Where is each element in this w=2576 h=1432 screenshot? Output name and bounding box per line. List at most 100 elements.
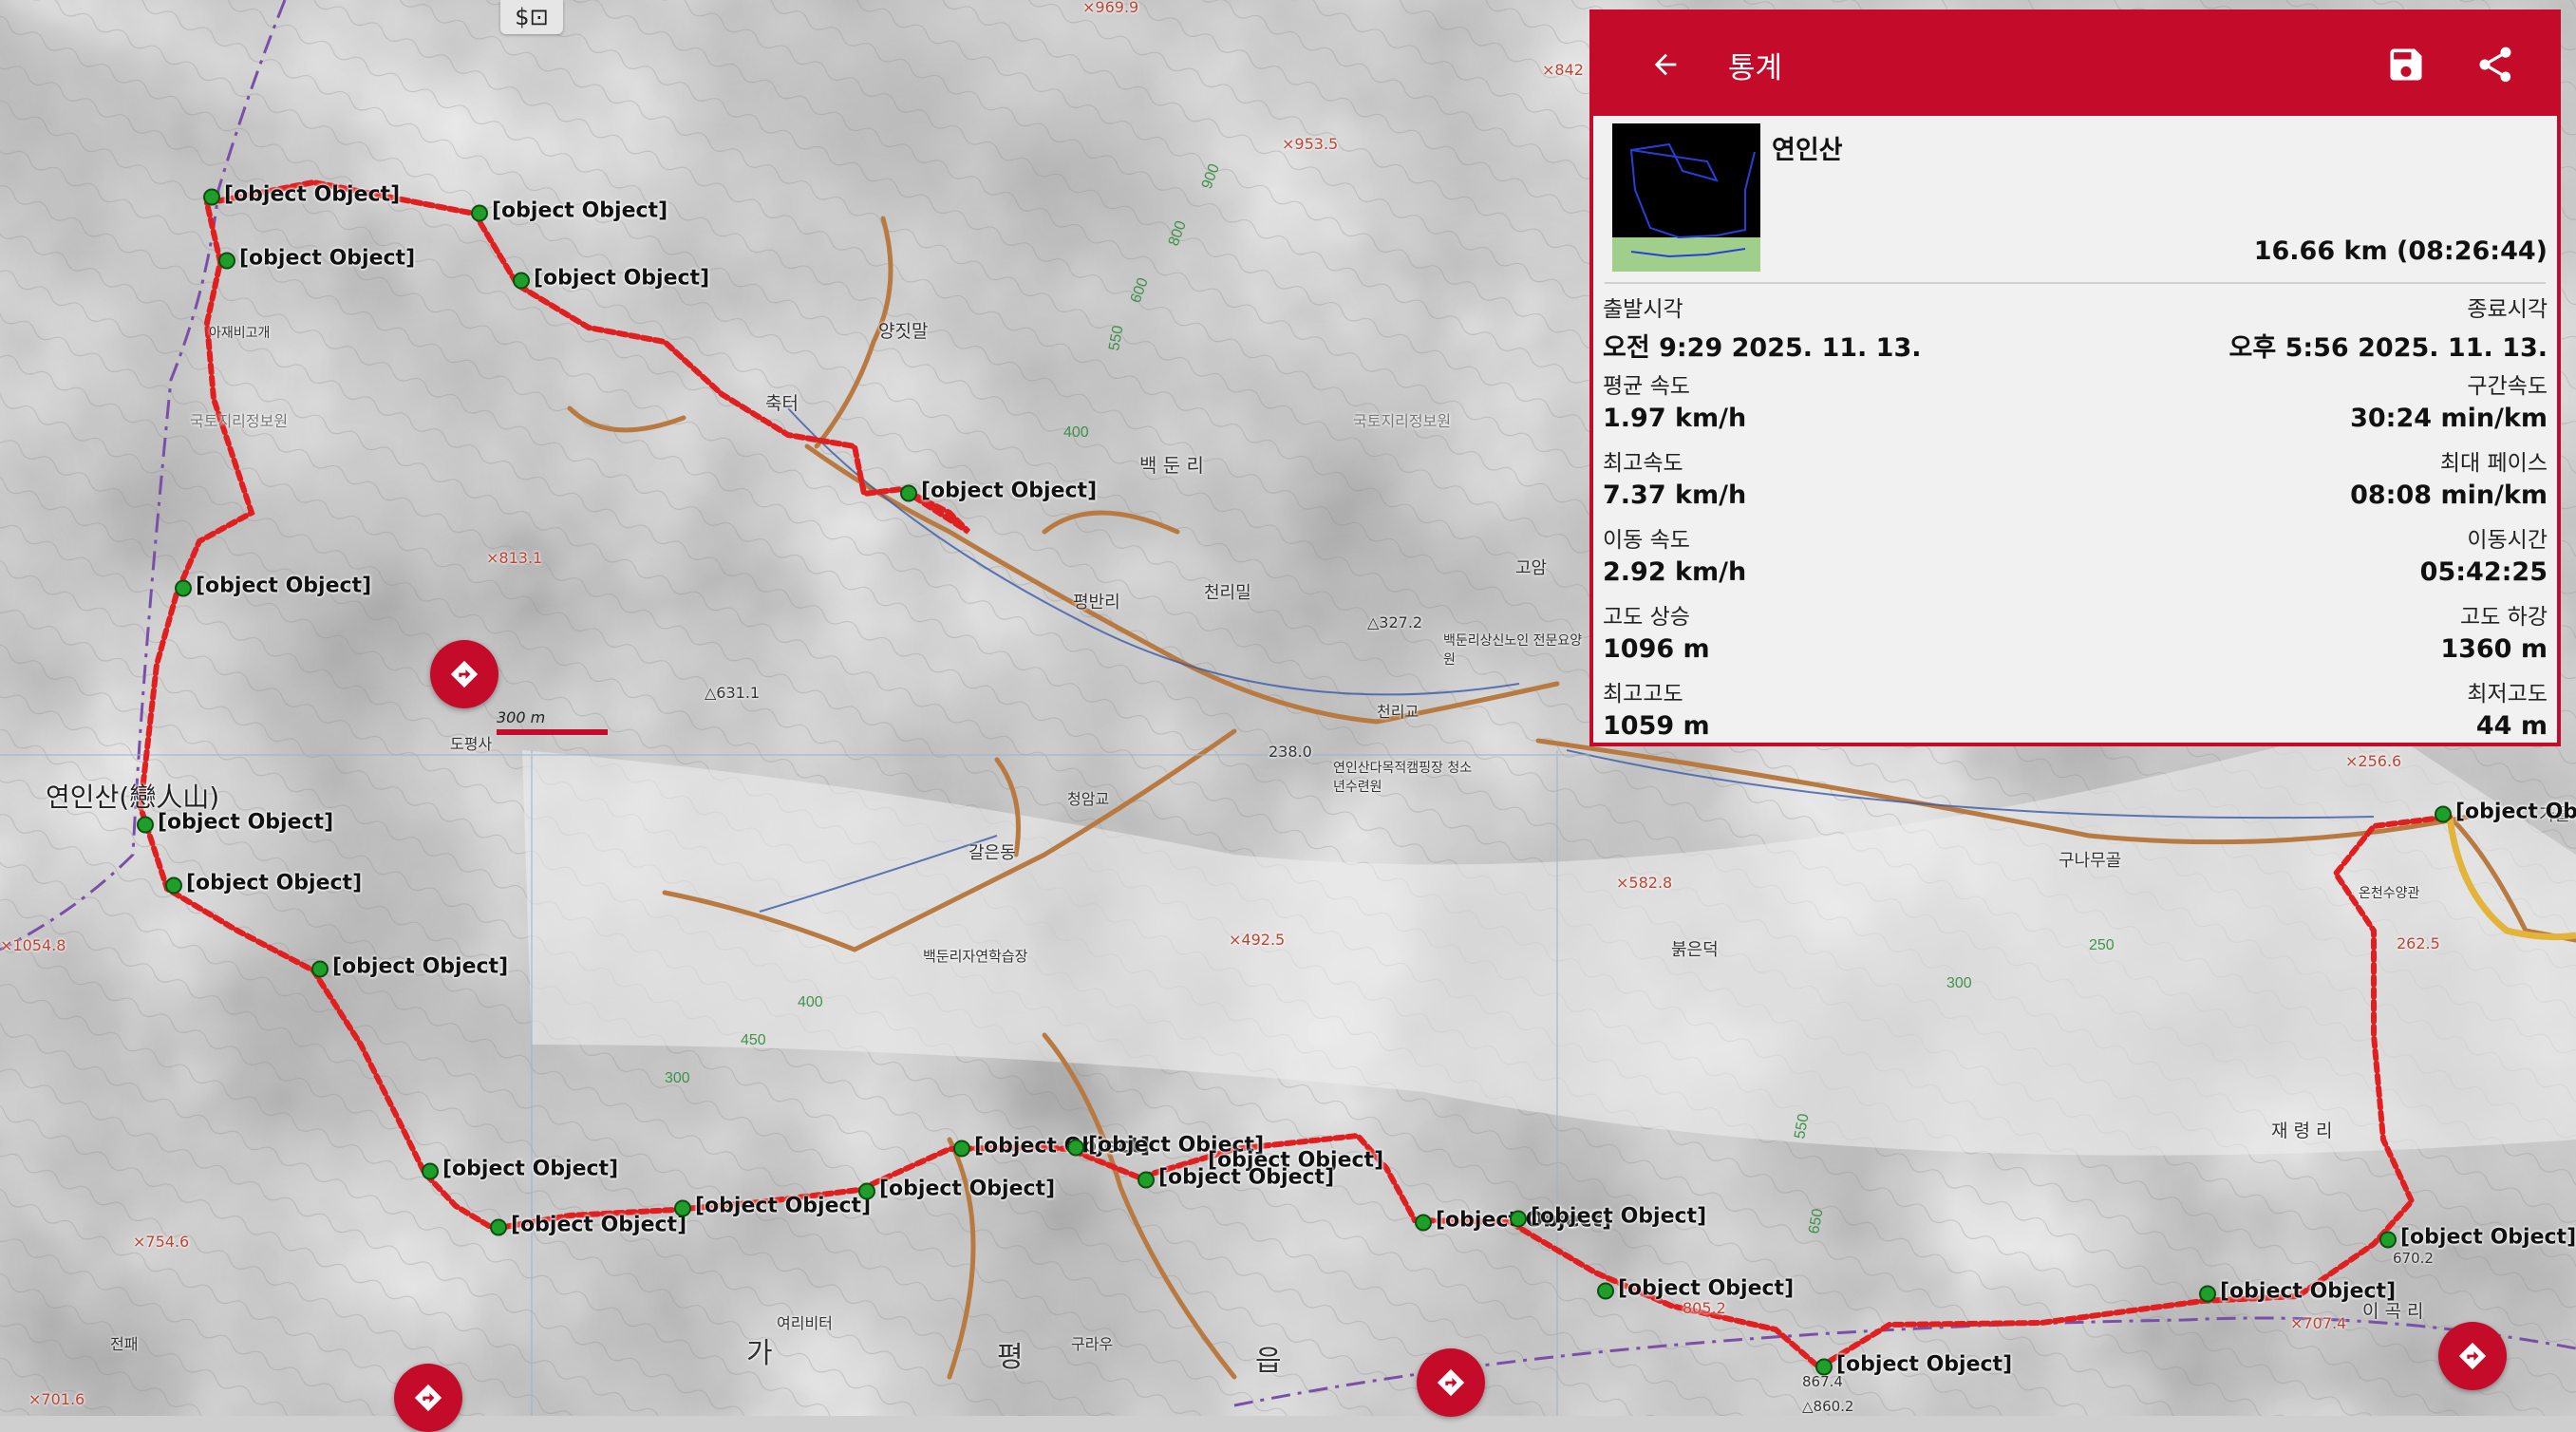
waypoint-marker-icon — [1815, 1358, 1833, 1375]
direction-button[interactable] — [430, 640, 498, 708]
waypoint-marker-icon — [674, 1199, 691, 1216]
waypoint[interactable]: [object Object] — [2435, 801, 2576, 824]
waypoint-marker-icon — [490, 1218, 507, 1235]
waypoint[interactable]: [object Object] — [1138, 1166, 1334, 1190]
elevation-label: △860.2 — [1802, 1398, 1854, 1415]
waypoint[interactable]: [object Object] — [471, 199, 668, 223]
track-thumbnail[interactable] — [1612, 123, 1760, 272]
waypoint-marker-icon — [165, 876, 182, 894]
map-mode-chip[interactable]: $⊡ — [500, 0, 563, 34]
svg-text:400: 400 — [798, 994, 823, 1010]
elevation-label: 805.2 — [1683, 1299, 1726, 1317]
stat-average-speed: 평균 속도 1.97 km/h — [1603, 374, 1747, 433]
waypoint-marker-icon — [203, 188, 220, 205]
share-button[interactable] — [2465, 34, 2526, 95]
place-label: 백둔리상신노인 전문요양원 — [1443, 633, 1583, 668]
elevation-label: ×707.4 — [2290, 1314, 2347, 1332]
waypoint[interactable]: [object Object] — [1815, 1353, 2012, 1377]
waypoint[interactable]: [object Object] — [513, 267, 709, 291]
elevation-label: ×492.5 — [1229, 931, 1286, 949]
stat-start-time: 출발시각 오전 9:29 2025. 11. 13. — [1603, 297, 1922, 363]
waypoint-marker-icon — [471, 204, 488, 221]
direction-button[interactable] — [1417, 1348, 1485, 1417]
place-label: 축터 — [765, 393, 799, 414]
save-icon — [2390, 48, 2422, 81]
elevation-label: ×813.1 — [486, 549, 543, 567]
waypoint[interactable]: [object Object] — [674, 1195, 871, 1218]
waypoint-marker-icon — [1597, 1282, 1614, 1299]
share-icon — [2479, 47, 2511, 83]
place-label: 평 — [997, 1341, 1024, 1374]
trip-name: 연인산 — [1772, 136, 1843, 165]
waypoint-marker-icon — [1067, 1139, 1084, 1156]
waypoint[interactable]: [object Object] — [422, 1158, 618, 1181]
direction-arrow-icon — [1437, 1368, 1465, 1397]
stat-moving-speed: 이동 속도 2.92 km/h — [1603, 528, 1747, 587]
elevation-label: ×953.5 — [1282, 135, 1339, 153]
save-button[interactable] — [2376, 34, 2436, 95]
elevation-label: ×969.9 — [1082, 0, 1139, 16]
elevation-label: △327.2 — [1367, 613, 1423, 631]
waypoint-marker-icon — [137, 816, 154, 833]
place-label: 도평사 — [450, 735, 493, 753]
place-label: 구나무골 — [2059, 851, 2122, 871]
stat-max-elevation: 최고고도 1059 m — [1603, 682, 1710, 741]
svg-text:300: 300 — [1946, 975, 1972, 991]
waypoint[interactable]: [object Object] — [203, 183, 400, 207]
svg-text:250: 250 — [2089, 937, 2115, 953]
elevation-label: ×256.6 — [2345, 752, 2402, 770]
place-label: 천리밀 — [1204, 583, 1251, 603]
trip-total: 16.66 km (08:26:44) — [2253, 236, 2548, 266]
elevation-label: ×582.8 — [1616, 874, 1673, 892]
place-label: 여리비터 — [777, 1314, 833, 1332]
stat-elevation-loss: 고도 하강 1360 m — [2440, 605, 2548, 664]
waypoint-marker-icon — [422, 1162, 439, 1179]
svg-text:450: 450 — [741, 1032, 766, 1048]
waypoint-marker-icon — [311, 960, 329, 977]
direction-button[interactable] — [394, 1364, 462, 1432]
place-label: 평반리 — [1073, 593, 1120, 612]
place-label: 가 — [746, 1337, 773, 1370]
waypoint[interactable]: [object Object] — [137, 811, 333, 835]
waypoint-marker-icon — [2199, 1285, 2216, 1302]
elevation-label: ×842 — [1542, 61, 1584, 79]
waypoint[interactable]: [object Object] — [490, 1214, 686, 1237]
place-label: 고암 — [1515, 558, 1548, 578]
waypoint[interactable]: [object Object] — [1597, 1277, 1794, 1301]
place-label: 백 둔 리 — [1139, 454, 1204, 477]
waypoint[interactable]: [object Object] — [1510, 1205, 1706, 1229]
app-bar: 통계 — [1593, 13, 2557, 116]
waypoint-marker-icon — [2379, 1231, 2397, 1248]
waypoint[interactable]: [object Object] — [2199, 1280, 2396, 1304]
waypoint[interactable]: [object Object] — [218, 247, 415, 271]
waypoint[interactable]: [object Object] — [311, 955, 508, 979]
scale-bar-line — [497, 729, 608, 735]
waypoint-marker-icon — [513, 272, 530, 289]
place-label: 연인산다목적캠핑장 청소년수련원 — [1333, 761, 1473, 795]
waypoint[interactable]: [object Object] — [900, 480, 1097, 503]
divider — [1605, 282, 2546, 284]
waypoint[interactable]: [object Object] — [858, 1178, 1055, 1201]
place-label: 갈은동 — [968, 843, 1016, 863]
direction-button[interactable] — [2438, 1322, 2507, 1390]
waypoint[interactable]: [object Object] — [175, 575, 371, 598]
statistics-panel: 통계 연인산 16.66 km (08:26:44) 출발시각 오전 9:29 2… — [1589, 9, 2561, 746]
waypoint-marker-icon — [1510, 1210, 1527, 1227]
scale-bar: 300 m — [497, 708, 608, 735]
stat-max-pace: 최대 페이스 08:08 min/km — [2350, 451, 2548, 510]
waypoint[interactable]: [object Object] — [2379, 1226, 2576, 1250]
waypoint[interactable]: [object Object] — [165, 872, 362, 895]
elevation-label: 238.0 — [1269, 743, 1312, 761]
stat-elevation-gain: 고도 상승 1096 m — [1603, 605, 1710, 664]
direction-arrow-icon — [450, 660, 479, 688]
place-label: 백둔리자연학습장 — [923, 948, 1028, 965]
back-button[interactable] — [1635, 34, 1696, 95]
place-label: 국토지리정보원 — [1353, 412, 1452, 430]
place-label: 재 령 리 — [2271, 1121, 2333, 1141]
waypoint-marker-icon — [953, 1140, 970, 1157]
waypoint-marker-icon — [1415, 1214, 1432, 1231]
back-arrow-icon — [1654, 53, 1677, 76]
place-label: 온천수양관 — [2359, 886, 2420, 901]
place-label: 아재비고개 — [209, 326, 271, 341]
place-label: 청암교 — [1067, 790, 1110, 808]
